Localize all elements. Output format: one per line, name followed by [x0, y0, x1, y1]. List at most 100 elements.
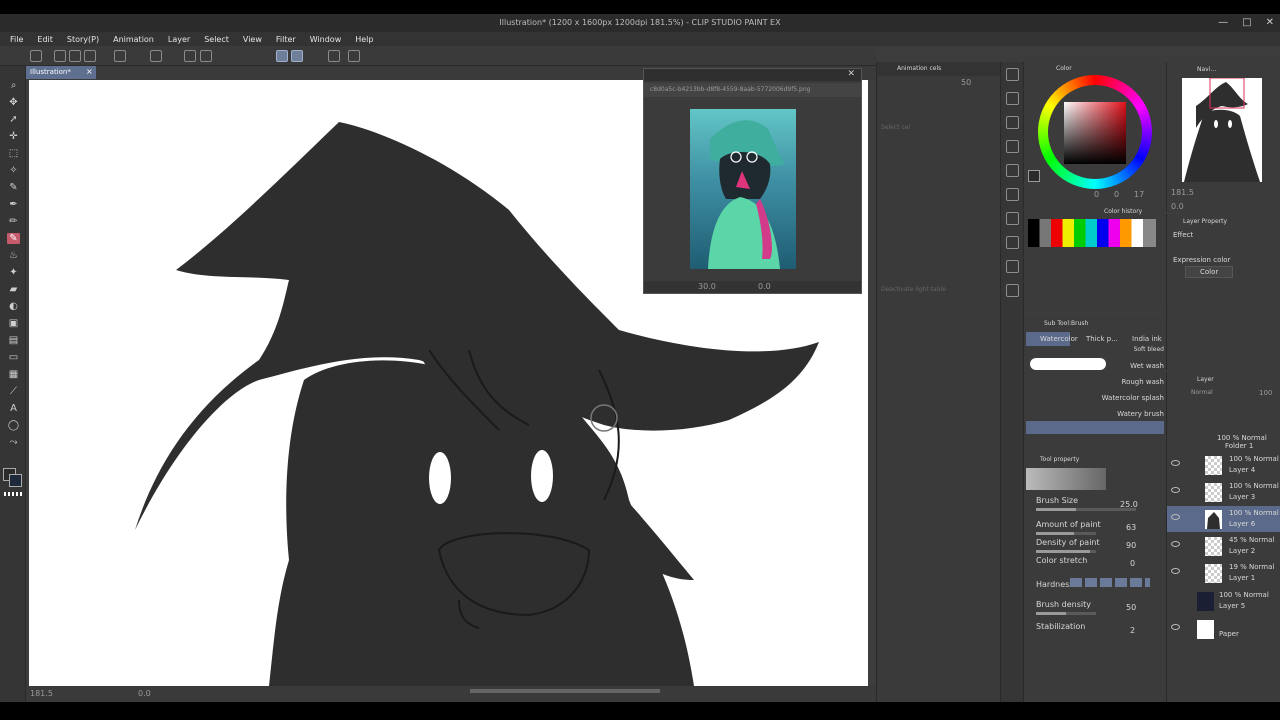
loading-icon[interactable]: [150, 50, 162, 62]
close-tab-icon[interactable]: ×: [86, 67, 93, 76]
navigator-thumbnail[interactable]: [1182, 78, 1262, 182]
move-tool-icon[interactable]: ✥: [7, 97, 20, 108]
color-value-v[interactable]: 17: [1134, 190, 1144, 199]
open-file-icon[interactable]: [69, 50, 81, 62]
color-history-swatches[interactable]: [1028, 219, 1156, 247]
airbrush-tool-icon[interactable]: ♨: [7, 250, 20, 261]
menu-window[interactable]: Window: [310, 35, 342, 44]
menu-select[interactable]: Select: [204, 35, 229, 44]
canvas-angle-value[interactable]: 0.0: [138, 689, 151, 698]
eraser-tool-icon[interactable]: ▰: [7, 284, 20, 295]
transparent-color-swatch[interactable]: [4, 492, 22, 496]
menu-story[interactable]: Story(P): [67, 35, 99, 44]
quick-access-icon[interactable]: [1006, 284, 1019, 297]
density-of-paint-value[interactable]: 90: [1126, 541, 1136, 550]
brush-watercolor-splash[interactable]: Watercolor splash: [1102, 394, 1164, 402]
amount-of-paint-slider[interactable]: [1036, 532, 1096, 535]
navigator-angle[interactable]: 0.0: [1171, 202, 1184, 211]
amount-of-paint-value[interactable]: 63: [1126, 523, 1136, 532]
layer-search-icon[interactable]: [1006, 116, 1019, 129]
ruler-icon[interactable]: [328, 50, 340, 62]
color-value-h[interactable]: 0: [1094, 190, 1099, 199]
sub-view-close-icon[interactable]: ✕: [847, 69, 855, 79]
maximize-button[interactable]: □: [1242, 17, 1251, 28]
density-of-paint-slider[interactable]: [1036, 550, 1096, 553]
animation-cels-value[interactable]: 50: [961, 78, 971, 87]
canvas-horizontal-scrollbar[interactable]: [470, 689, 660, 693]
layer-row-layer-6[interactable]: 100 % Normal Layer 6: [1167, 506, 1280, 532]
item-bank-icon[interactable]: [1006, 260, 1019, 273]
sub-view-file-name[interactable]: c8d0a5c-b4213bb-d8f8-4559-8aab-5772006d9…: [650, 86, 810, 93]
menu-layer[interactable]: Layer: [168, 35, 190, 44]
transform-icon[interactable]: [200, 50, 212, 62]
sub-view-angle[interactable]: 0.0: [758, 282, 771, 291]
clip-studio-icon[interactable]: [30, 50, 42, 62]
canvas-zoom-value[interactable]: 181.5: [30, 689, 53, 698]
layer-row-layer-3[interactable]: 100 % Normal Layer 3: [1167, 479, 1280, 505]
color-stretch-value[interactable]: 0: [1130, 559, 1135, 568]
saturation-value-field[interactable]: [1064, 102, 1126, 164]
snap-ruler-icon[interactable]: [276, 50, 288, 62]
brush-soft-bleed[interactable]: Soft bleed: [1134, 346, 1164, 353]
ruler-tool-icon[interactable]: ⟋: [7, 386, 20, 397]
layer-visibility-icon[interactable]: [1171, 541, 1180, 547]
frame-tool-icon[interactable]: ▦: [7, 369, 20, 380]
sub-color-swatch[interactable]: [9, 474, 22, 487]
canvas-vertical-scrollbar[interactable]: [868, 80, 876, 686]
brush-density-slider[interactable]: [1036, 612, 1096, 615]
gradient-tool-icon[interactable]: ▤: [7, 335, 20, 346]
menu-animation[interactable]: Animation: [113, 35, 154, 44]
pen-tool-icon[interactable]: ✒: [7, 199, 20, 210]
figure-tool-icon[interactable]: ▭: [7, 352, 20, 363]
document-tab[interactable]: Illustration* ×: [26, 66, 96, 79]
sub-view-zoom[interactable]: 30.0: [698, 282, 716, 291]
material-icon[interactable]: [1006, 164, 1019, 177]
menu-filter[interactable]: Filter: [276, 35, 296, 44]
navigator-icon[interactable]: [1006, 68, 1019, 81]
operation-tool-icon[interactable]: ➚: [7, 114, 20, 125]
perspective-icon[interactable]: [348, 50, 360, 62]
text-tool-icon[interactable]: A: [7, 403, 20, 414]
layer-visibility-icon[interactable]: [1171, 624, 1180, 630]
brush-tool-icon[interactable]: ✎: [7, 233, 20, 244]
auto-select-tool-icon[interactable]: ✧: [7, 165, 20, 176]
color-main-swatch[interactable]: [1028, 170, 1040, 182]
layer-row-layer-2[interactable]: 45 % Normal Layer 2: [1167, 533, 1280, 559]
undo-icon[interactable]: [114, 50, 126, 62]
snap-special-ruler-icon[interactable]: [291, 50, 303, 62]
minimize-button[interactable]: —: [1218, 17, 1228, 28]
layer-visibility-icon[interactable]: [1171, 514, 1180, 520]
layer-blend-mode[interactable]: Normal: [1191, 389, 1213, 396]
layer-visibility-icon[interactable]: [1171, 487, 1180, 493]
correct-line-tool-icon[interactable]: ⤳: [7, 437, 20, 448]
decoration-tool-icon[interactable]: ✦: [7, 267, 20, 278]
brush-watery-brush[interactable]: Watery brush: [1117, 410, 1164, 418]
menu-view[interactable]: View: [243, 35, 262, 44]
layer-row-layer-4[interactable]: 100 % Normal Layer 4: [1167, 452, 1280, 478]
sub-tool-tab-watercolor[interactable]: Watercolor: [1026, 332, 1078, 346]
brush-selected-row[interactable]: [1026, 421, 1164, 434]
sub-tool-tab-india-ink[interactable]: India ink: [1118, 332, 1164, 346]
pencil-tool-icon[interactable]: ✏: [7, 216, 20, 227]
close-icon[interactable]: [1006, 140, 1019, 153]
auto-action-icon[interactable]: [1006, 236, 1019, 249]
color-value-s[interactable]: 0: [1114, 190, 1119, 199]
menu-file[interactable]: File: [10, 35, 23, 44]
history-icon[interactable]: [1006, 212, 1019, 225]
layer-row-paper[interactable]: Paper: [1167, 616, 1280, 642]
menu-edit[interactable]: Edit: [37, 35, 53, 44]
timeline-icon[interactable]: [1006, 188, 1019, 201]
layer-opacity[interactable]: 100: [1259, 389, 1272, 397]
new-file-icon[interactable]: [54, 50, 66, 62]
hardness-selector[interactable]: [1070, 578, 1150, 587]
stabilization-value[interactable]: 2: [1130, 626, 1135, 635]
brush-wet-wash[interactable]: Wet wash: [1130, 362, 1164, 370]
fill-icon[interactable]: [184, 50, 196, 62]
balloon-tool-icon[interactable]: ◯: [7, 420, 20, 431]
navigator-zoom[interactable]: 181.5: [1171, 188, 1194, 197]
layer-row-layer-5[interactable]: 100 % Normal Layer 5: [1167, 588, 1280, 614]
fill-tool-icon[interactable]: ▣: [7, 318, 20, 329]
blend-tool-icon[interactable]: ◐: [7, 301, 20, 312]
brush-rough-wash[interactable]: Rough wash: [1122, 378, 1164, 386]
reference-image[interactable]: [690, 109, 796, 269]
